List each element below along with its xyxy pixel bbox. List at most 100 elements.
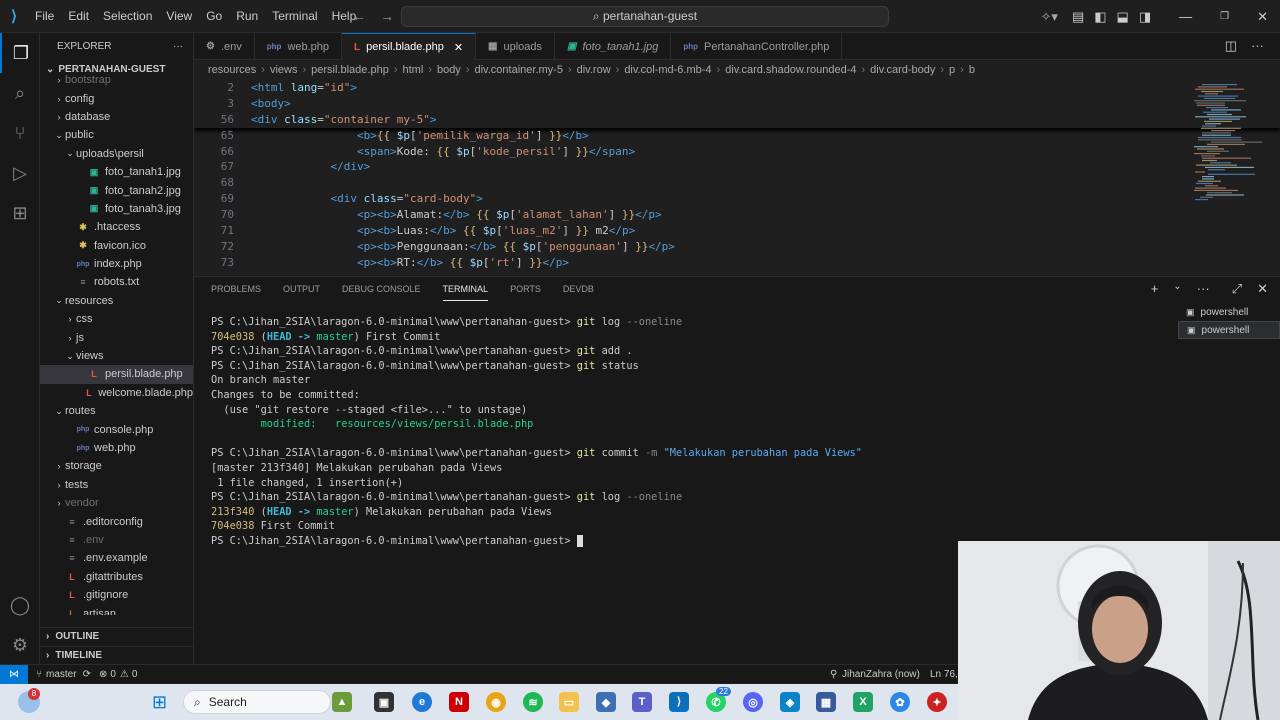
extensions-icon[interactable]: ⊞ bbox=[0, 193, 40, 233]
maximize-panel-icon[interactable]: ⤢ bbox=[1232, 281, 1242, 297]
breadcrumb-item[interactable]: div.card-body bbox=[870, 64, 935, 76]
more-actions-icon[interactable]: ··· bbox=[1197, 281, 1210, 297]
app-icon[interactable]: ✿ bbox=[890, 692, 910, 712]
tree-item[interactable]: ✱ .htaccess bbox=[40, 218, 193, 236]
menu-terminal[interactable]: Terminal bbox=[265, 9, 324, 23]
menu-file[interactable]: File bbox=[28, 9, 61, 23]
branch-name[interactable]: master bbox=[46, 669, 77, 680]
tree-item[interactable]: ≡ robots.txt bbox=[40, 273, 193, 291]
vscode-taskbar-icon[interactable]: ⟩ bbox=[669, 692, 689, 712]
tab-persil-blade-php[interactable]: Lpersil.blade.php ✕ bbox=[342, 33, 477, 60]
terminal-dropdown-icon[interactable]: ⌄ bbox=[1173, 281, 1181, 297]
toggle-sidebar-icon[interactable]: ◧ bbox=[1094, 9, 1106, 25]
tree-item[interactable]: › bootstrap bbox=[40, 71, 193, 89]
tree-item[interactable]: ▣ foto_tanah1.jpg bbox=[40, 163, 193, 181]
split-editor-icon[interactable]: ◫ bbox=[1225, 38, 1237, 53]
tab-devdb[interactable]: DEVDB bbox=[563, 278, 594, 300]
settings-gear-icon[interactable]: ⚙ bbox=[0, 625, 40, 665]
minimap[interactable] bbox=[1190, 80, 1270, 270]
calculator-icon[interactable]: ▦ bbox=[816, 692, 836, 712]
tab-web-php[interactable]: php web.php bbox=[255, 33, 343, 60]
breadcrumb-item[interactable]: resources bbox=[208, 64, 256, 76]
tree-item[interactable]: php web.php bbox=[40, 439, 193, 457]
discord-icon[interactable]: ◎ bbox=[743, 692, 763, 712]
timeline-section[interactable]: › TIMELINE bbox=[40, 646, 193, 664]
netflix-icon[interactable]: N bbox=[449, 692, 469, 712]
tree-item[interactable]: › config bbox=[40, 89, 193, 107]
breadcrumb-item[interactable]: div.container.my-5 bbox=[474, 64, 562, 76]
app-icon[interactable]: ◆ bbox=[596, 692, 616, 712]
tree-item[interactable]: › storage bbox=[40, 457, 193, 475]
tree-item[interactable]: php console.php bbox=[40, 420, 193, 438]
tab-foto-tanah1-jpg[interactable]: ▣ foto_tanah1.jpg bbox=[555, 33, 672, 60]
terminal-output[interactable]: PS C:\Jihan_2SIA\laragon-6.0-minimal\www… bbox=[211, 315, 1171, 549]
tree-item[interactable]: ≡ .env bbox=[40, 531, 193, 549]
chrome-icon[interactable]: ◉ bbox=[486, 692, 506, 712]
remote-icon[interactable]: ⋈ bbox=[0, 664, 28, 684]
task-view-icon[interactable]: ▣ bbox=[374, 692, 394, 712]
menu-edit[interactable]: Edit bbox=[61, 9, 96, 23]
app-icon[interactable]: ◈ bbox=[780, 692, 800, 712]
breadcrumb-item[interactable]: div.card.shadow.rounded-4 bbox=[725, 64, 856, 76]
breadcrumb-item[interactable]: p bbox=[949, 64, 955, 76]
breadcrumb-item[interactable]: html bbox=[403, 64, 424, 76]
more-actions-icon[interactable]: ··· bbox=[1251, 38, 1264, 53]
tree-item[interactable]: Lpersil.blade.php bbox=[40, 365, 193, 384]
menu-selection[interactable]: Selection bbox=[96, 9, 159, 23]
tree-item[interactable]: › tests bbox=[40, 476, 193, 494]
breadcrumb-item[interactable]: b bbox=[969, 64, 975, 76]
file-explorer-icon[interactable]: ▭ bbox=[559, 692, 579, 712]
restore-icon[interactable]: ❐ bbox=[1220, 11, 1229, 22]
tree-item[interactable]: L .gitignore bbox=[40, 586, 193, 604]
app-icon[interactable]: ▲ bbox=[332, 692, 352, 712]
terminal-instance[interactable]: ▣ powershell bbox=[1178, 321, 1280, 339]
menu-go[interactable]: Go bbox=[199, 9, 229, 23]
tree-item[interactable]: › database bbox=[40, 108, 193, 126]
close-icon[interactable]: ✕ bbox=[1257, 9, 1268, 25]
layout-icon[interactable]: ▤ bbox=[1072, 9, 1084, 25]
app-icon[interactable]: ✦ bbox=[927, 692, 947, 712]
error-count[interactable]: 0 bbox=[110, 669, 116, 680]
tree-item[interactable]: › css bbox=[40, 310, 193, 328]
toggle-secondary-sidebar-icon[interactable]: ◨ bbox=[1139, 9, 1151, 25]
tab-pertanahancontroller-php[interactable]: php PertanahanController.php bbox=[671, 33, 843, 60]
tree-item[interactable]: Lartisan bbox=[40, 604, 193, 615]
tree-item[interactable]: php index.php bbox=[40, 255, 193, 273]
breadcrumb-item[interactable]: div.col-md-6.mb-4 bbox=[624, 64, 711, 76]
taskbar-search[interactable]: ⌕ Search bbox=[183, 690, 331, 714]
tab-output[interactable]: OUTPUT bbox=[283, 278, 320, 300]
tree-item[interactable]: ✱ favicon.ico bbox=[40, 237, 193, 255]
tab-terminal[interactable]: TERMINAL bbox=[442, 278, 489, 301]
breadcrumb-item[interactable]: views bbox=[270, 64, 298, 76]
tab-problems[interactable]: PROBLEMS bbox=[211, 278, 261, 300]
tree-item[interactable]: ▣ foto_tanah2.jpg bbox=[40, 181, 193, 199]
toggle-panel-icon[interactable]: ⬓ bbox=[1117, 9, 1129, 25]
tree-item[interactable]: ⌄ views bbox=[40, 347, 193, 365]
sync-icon[interactable]: ⟳ bbox=[83, 669, 91, 680]
spotify-icon[interactable]: ≋ bbox=[523, 692, 543, 712]
tree-item[interactable]: › js bbox=[40, 328, 193, 346]
warning-count[interactable]: 0 bbox=[132, 669, 138, 680]
more-actions-icon[interactable]: ··· bbox=[173, 41, 183, 52]
tree-item[interactable]: ⌄ resources bbox=[40, 292, 193, 310]
tab-ports[interactable]: PORTS bbox=[510, 278, 541, 300]
teams-icon[interactable]: T bbox=[632, 692, 652, 712]
outline-section[interactable]: › OUTLINE bbox=[40, 627, 193, 645]
excel-icon[interactable]: X bbox=[853, 692, 873, 712]
tab--env[interactable]: ⚙ .env bbox=[194, 33, 255, 60]
tree-item[interactable]: ≡ .env.example bbox=[40, 549, 193, 567]
git-blame[interactable]: JihanZahra (now) bbox=[842, 669, 920, 680]
explorer-icon[interactable]: ❐ bbox=[0, 33, 40, 73]
close-panel-icon[interactable]: ✕ bbox=[1257, 281, 1268, 297]
accounts-icon[interactable]: ◯ bbox=[0, 585, 40, 625]
tree-item[interactable]: ⌄ uploads\persil bbox=[40, 145, 193, 163]
cursor-position[interactable]: Ln 76, bbox=[930, 669, 958, 680]
search-icon[interactable]: ⌕ bbox=[0, 73, 40, 113]
close-tab-icon[interactable]: ✕ bbox=[454, 41, 463, 54]
edge-icon[interactable]: e bbox=[412, 692, 432, 712]
breadcrumb-item[interactable]: div.row bbox=[577, 64, 611, 76]
tree-item[interactable]: Lwelcome.blade.php bbox=[40, 384, 193, 402]
copilot-icon[interactable]: ✧▾ bbox=[1041, 9, 1058, 25]
windows-start-icon[interactable]: ⊞ bbox=[152, 693, 167, 711]
tree-item[interactable]: ⌄ public bbox=[40, 126, 193, 144]
